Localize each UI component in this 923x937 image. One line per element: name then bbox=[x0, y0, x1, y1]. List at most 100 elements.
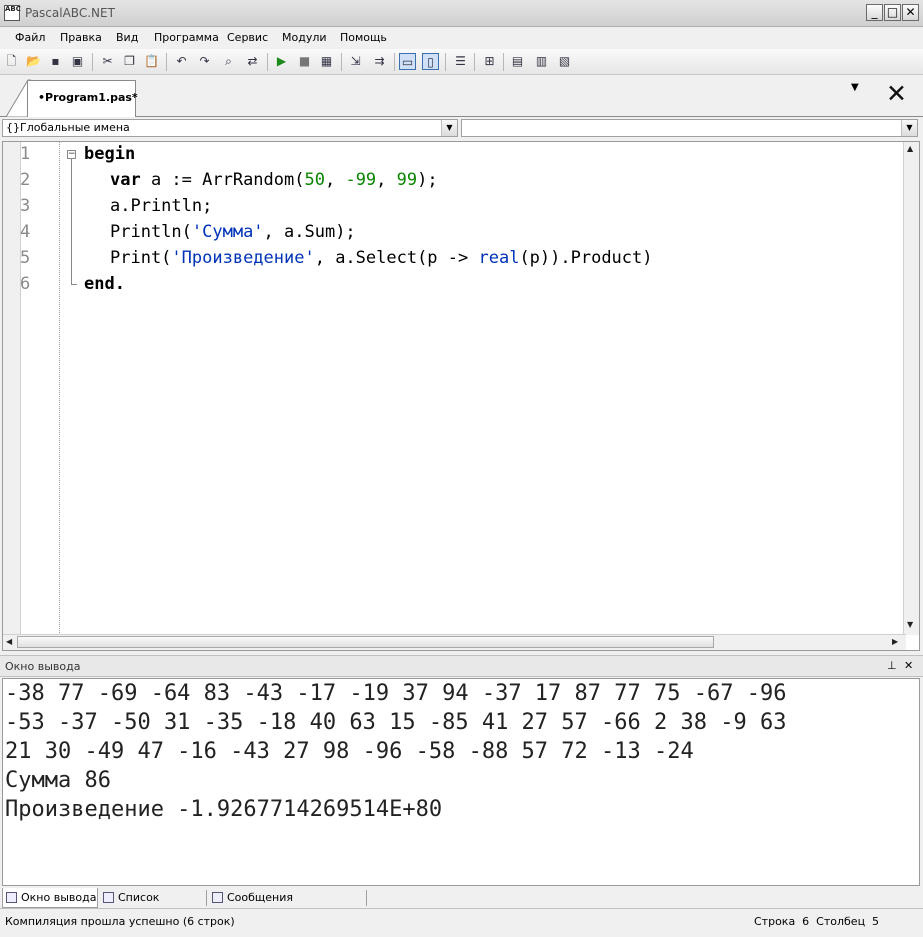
scroll-thumb[interactable] bbox=[17, 636, 714, 648]
toolbar-separator bbox=[445, 53, 446, 71]
code-line-4: Println('Сумма', a.Sum); bbox=[110, 222, 356, 242]
tab-compiler-messages[interactable]: Сообщения компилятора bbox=[209, 888, 366, 924]
keyword: var bbox=[110, 170, 141, 190]
menu-edit[interactable]: Правка bbox=[60, 31, 102, 44]
redo-icon[interactable]: ↷ bbox=[196, 53, 213, 70]
editor-gutter bbox=[3, 142, 21, 635]
tab-error-list[interactable]: Список ошибок bbox=[100, 888, 205, 924]
fold-bracket bbox=[71, 159, 72, 284]
code-line-3: a.Println; bbox=[110, 196, 212, 216]
output-line: Сумма 86 bbox=[5, 768, 111, 793]
class-icon[interactable]: ▧ bbox=[556, 53, 573, 70]
cut-icon[interactable]: ✂ bbox=[99, 53, 116, 70]
string-literal: 'Сумма' bbox=[191, 222, 264, 242]
fold-margin bbox=[59, 142, 60, 635]
navigation-bar: {}Глобальные имена ▼ ▼ bbox=[0, 117, 923, 139]
open-icon[interactable]: 📂 bbox=[25, 53, 42, 70]
output-line: -38 77 -69 -64 83 -43 -17 -19 37 94 -37 … bbox=[5, 681, 787, 706]
toolbar-separator bbox=[503, 53, 504, 71]
vertical-scrollbar[interactable]: ▲ ▼ bbox=[903, 142, 919, 635]
tab-list-dropdown-icon[interactable]: ▼ bbox=[851, 82, 859, 93]
number-literal: 50 bbox=[304, 170, 325, 190]
line-number: 2 bbox=[20, 170, 31, 190]
close-window-button[interactable]: ✕ bbox=[902, 4, 919, 21]
tab-separator bbox=[366, 890, 367, 906]
code-text: a := ArrRandom( bbox=[140, 170, 305, 190]
output-panel-header: Окно вывода ⊥ ✕ bbox=[0, 655, 923, 677]
string-literal: 'Произведение' bbox=[171, 248, 315, 268]
code-text: ); bbox=[417, 170, 438, 190]
close-panel-icon[interactable]: ✕ bbox=[904, 659, 913, 672]
run-icon[interactable]: ▶ bbox=[273, 53, 290, 70]
paste-icon[interactable]: 📋 bbox=[143, 53, 160, 70]
code-icon[interactable]: ▥ bbox=[533, 53, 550, 70]
error-list-icon bbox=[103, 892, 114, 903]
compiler-messages-icon bbox=[212, 892, 223, 903]
line-number: 5 bbox=[20, 248, 31, 268]
menu-view[interactable]: Вид bbox=[116, 31, 138, 44]
save-all-icon[interactable]: ▣ bbox=[69, 53, 86, 70]
scope-select[interactable]: {}Глобальные имена ▼ bbox=[2, 119, 458, 137]
type-keyword: real bbox=[478, 248, 520, 268]
step-into-icon[interactable]: ⇲ bbox=[347, 53, 364, 70]
horizontal-scrollbar[interactable]: ◀ ▶ bbox=[3, 634, 906, 650]
pin-icon[interactable]: ⊥ bbox=[887, 659, 897, 672]
scroll-up-icon[interactable]: ▲ bbox=[907, 144, 913, 153]
code-text: , bbox=[376, 170, 397, 190]
find-icon[interactable]: ⌕ bbox=[220, 53, 237, 70]
scroll-down-icon[interactable]: ▼ bbox=[907, 620, 913, 629]
code-line-6: end. bbox=[84, 274, 125, 294]
menu-help[interactable]: Помощь bbox=[340, 31, 387, 44]
replace-icon[interactable]: ⇄ bbox=[244, 53, 261, 70]
app-icon: ABC bbox=[4, 5, 21, 21]
code-text: , a.Sum); bbox=[263, 222, 356, 242]
close-tab-icon[interactable]: ✕ bbox=[886, 81, 907, 106]
fold-bracket-end bbox=[71, 284, 77, 285]
undo-icon[interactable]: ↶ bbox=[173, 53, 190, 70]
compile-icon[interactable]: ▦ bbox=[318, 53, 335, 70]
line-number: 4 bbox=[20, 222, 31, 242]
toolbar-separator bbox=[166, 53, 167, 71]
menu-bar: Файл Правка Вид Программа Сервис Модули … bbox=[0, 27, 923, 49]
code-editor[interactable]: 1 2 3 4 5 6 − begin var a := ArrRandom(5… bbox=[2, 141, 920, 651]
form-designer-icon[interactable]: ▤ bbox=[509, 53, 526, 70]
tab-output[interactable]: Окно вывода bbox=[2, 888, 98, 908]
menu-service[interactable]: Сервис bbox=[227, 31, 268, 44]
menu-modules[interactable]: Модули bbox=[282, 31, 327, 44]
chevron-down-icon[interactable]: ▼ bbox=[901, 120, 917, 136]
toolbar: 🗋 📂 ▪ ▣ ✂ ❐ 📋 ↶ ↷ ⌕ ⇄ ▶ ■ ▦ ⇲ ⇉ ▭ ▯ ☰ ⊞ … bbox=[0, 49, 923, 75]
scroll-left-icon[interactable]: ◀ bbox=[6, 637, 12, 646]
code-line-5: Print('Произведение', a.Select(p -> real… bbox=[110, 248, 653, 268]
collapse-icon[interactable]: − bbox=[67, 150, 76, 159]
scroll-right-icon[interactable]: ▶ bbox=[892, 637, 898, 646]
member-select[interactable]: ▼ bbox=[461, 119, 918, 137]
output-line: -53 -37 -50 31 -35 -18 40 63 15 -85 41 2… bbox=[5, 710, 787, 735]
status-message: Компиляция прошла успешно (6 строк) bbox=[5, 915, 235, 928]
output-window-icon bbox=[6, 892, 17, 903]
output-window[interactable]: -38 77 -69 -64 83 -43 -17 -19 37 94 -37 … bbox=[2, 678, 920, 886]
code-text: Println( bbox=[110, 222, 192, 242]
cursor-position: Строка 6 Столбец 5 bbox=[754, 915, 880, 928]
tab-program1[interactable]: •Program1.pas* bbox=[27, 80, 138, 117]
copy-icon[interactable]: ❐ bbox=[121, 53, 138, 70]
minimize-button[interactable]: _ bbox=[866, 4, 883, 21]
step-over-icon[interactable]: ⇉ bbox=[371, 53, 388, 70]
help-icon[interactable]: ⊞ bbox=[481, 53, 498, 70]
menu-program[interactable]: Программа bbox=[154, 31, 219, 44]
output-window-icon[interactable]: ▭ bbox=[399, 53, 416, 70]
debug-window-icon[interactable]: ▯ bbox=[422, 53, 439, 70]
chevron-down-icon[interactable]: ▼ bbox=[441, 120, 457, 136]
toolbar-separator bbox=[267, 53, 268, 71]
tab-output-label: Окно вывода bbox=[21, 891, 97, 904]
status-bar: Компиляция прошла успешно (6 строк) Стро… bbox=[0, 909, 923, 937]
code-text: a.Println; bbox=[110, 196, 213, 216]
menu-file[interactable]: Файл bbox=[15, 31, 45, 44]
new-file-icon[interactable]: 🗋 bbox=[3, 53, 20, 70]
maximize-button[interactable]: □ bbox=[884, 4, 901, 21]
save-icon[interactable]: ▪ bbox=[47, 53, 64, 70]
toolbar-separator bbox=[341, 53, 342, 71]
format-icon[interactable]: ☰ bbox=[452, 53, 469, 70]
stop-icon[interactable]: ■ bbox=[296, 53, 313, 70]
editor-tab-bar: •Program1.pas* ▼ ✕ bbox=[0, 75, 923, 117]
output-panel-title: Окно вывода bbox=[5, 660, 81, 673]
